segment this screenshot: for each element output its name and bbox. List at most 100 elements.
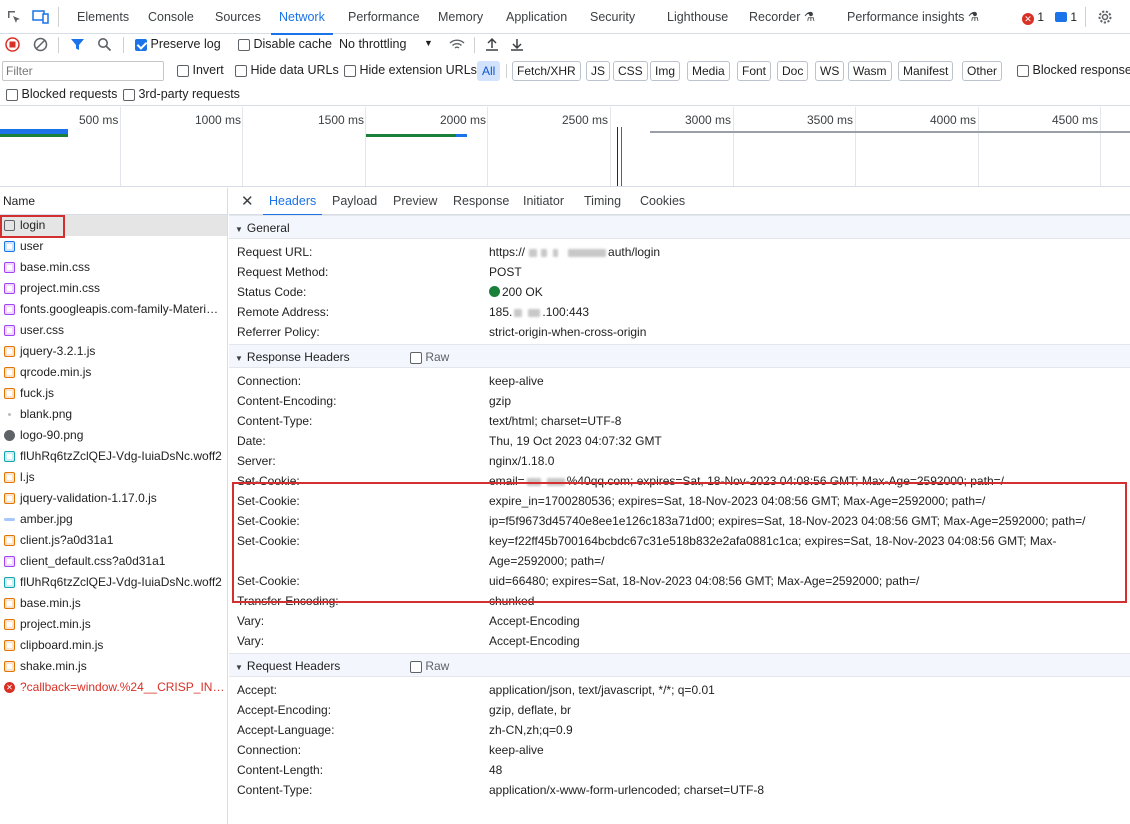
header-value[interactable]: Thu, 19 Oct 2023 04:07:32 GMT: [489, 431, 1130, 451]
request-item-fuck-js[interactable]: fuck.js: [0, 383, 227, 404]
name-column-header[interactable]: Name: [0, 188, 227, 215]
header-value[interactable]: zh-CN,zh;q=0.9: [489, 720, 1130, 740]
request-item-fluhrq6tzzclqej-vdg-iuiadsnc-woff2[interactable]: flUhRq6tzZclQEJ-Vdg-IuiaDsNc.woff2: [0, 572, 227, 593]
settings-gear-icon[interactable]: [1097, 9, 1113, 25]
type-filter-img[interactable]: Img: [650, 61, 681, 81]
request-item-fluhrq6tzzclqej-vdg-iuiadsnc-woff2[interactable]: flUhRq6tzZclQEJ-Vdg-IuiaDsNc.woff2: [0, 446, 227, 467]
type-filter-media[interactable]: Media: [687, 61, 730, 81]
request-item-base-min-js[interactable]: base.min.js: [0, 593, 227, 614]
header-value[interactable]: Accept-Encoding: [489, 611, 1130, 631]
select-element-icon[interactable]: [6, 9, 22, 25]
type-filter-fetch-xhr[interactable]: Fetch/XHR: [512, 61, 581, 81]
hide-data-urls-checkbox[interactable]: Hide data URLs: [235, 63, 339, 77]
tab-response[interactable]: Response: [453, 188, 509, 215]
header-value[interactable]: 200 OK: [489, 282, 1130, 302]
close-icon[interactable]: ✕: [241, 188, 254, 215]
request-item-jquery-validation-1-17-0-js[interactable]: jquery-validation-1.17.0.js: [0, 488, 227, 509]
header-value[interactable]: application/json, text/javascript, */*; …: [489, 680, 1130, 700]
tab-cookies[interactable]: Cookies: [640, 188, 685, 215]
hide-extension-urls-checkbox[interactable]: Hide extension URLs: [344, 63, 477, 77]
filter-funnel-icon[interactable]: [70, 37, 85, 52]
type-filter-css[interactable]: CSS: [613, 61, 648, 81]
device-toolbar-icon[interactable]: [32, 9, 50, 25]
header-value[interactable]: application/x-www-form-urlencoded; chars…: [489, 780, 1130, 800]
request-item-user-css[interactable]: user.css: [0, 320, 227, 341]
tab-preview[interactable]: Preview: [393, 188, 437, 215]
request-item-l-js[interactable]: l.js: [0, 467, 227, 488]
filter-input[interactable]: [2, 61, 164, 81]
header-value[interactable]: text/html; charset=UTF-8: [489, 411, 1130, 431]
tab-payload[interactable]: Payload: [332, 188, 377, 215]
clear-icon[interactable]: [33, 37, 48, 52]
disable-cache-checkbox[interactable]: Disable cache: [238, 37, 332, 51]
tab-elements[interactable]: Elements: [77, 0, 129, 34]
raw-checkbox[interactable]: Raw: [410, 654, 449, 678]
tab-application[interactable]: Application: [506, 0, 567, 34]
invert-checkbox[interactable]: Invert: [177, 63, 224, 77]
type-filter-js[interactable]: JS: [586, 61, 611, 81]
request-item-qrcode-min-js[interactable]: qrcode.min.js: [0, 362, 227, 383]
request-item-callback-window-24-crisp-inst[interactable]: ✕ ?callback=window.%24__CRISP_INST…: [0, 677, 227, 698]
tab-memory[interactable]: Memory: [438, 0, 483, 34]
blocked-response-checkbox[interactable]: Blocked response: [1017, 63, 1130, 77]
header-value[interactable]: POST: [489, 262, 1130, 282]
request-item-client-default-css-a0d31a1[interactable]: client_default.css?a0d31a1: [0, 551, 227, 572]
raw-checkbox[interactable]: Raw: [410, 345, 449, 369]
error-count-badge[interactable]: ✕ 1: [1022, 10, 1044, 25]
type-filter-wasm[interactable]: Wasm: [848, 61, 892, 81]
type-filter-manifest[interactable]: Manifest: [898, 61, 954, 81]
header-value[interactable]: https:// auth/login: [489, 242, 1130, 262]
header-value[interactable]: 48: [489, 760, 1130, 780]
request-headers-section-header[interactable]: ▼ Request Headers Raw: [229, 653, 1130, 677]
header-value[interactable]: keep-alive: [489, 740, 1130, 760]
header-value[interactable]: strict-origin-when-cross-origin: [489, 322, 1130, 342]
request-item-shake-min-js[interactable]: shake.min.js: [0, 656, 227, 677]
request-item-amber-jpg[interactable]: amber.jpg: [0, 509, 227, 530]
third-party-requests-checkbox[interactable]: 3rd-party requests: [123, 87, 240, 101]
type-filter-all[interactable]: All: [477, 61, 501, 81]
message-count-badge[interactable]: 1: [1055, 10, 1077, 24]
tab-recorder[interactable]: Recorder ⚗: [749, 0, 815, 34]
request-item-fonts-googleapis-com-family-materi[interactable]: fonts.googleapis.com-family-Materi…: [0, 299, 227, 320]
type-filter-ws[interactable]: WS: [815, 61, 845, 81]
response-headers-section-header[interactable]: ▼ Response Headers Raw: [229, 344, 1130, 368]
general-section-header[interactable]: ▼ General: [229, 215, 1130, 239]
tab-console[interactable]: Console: [148, 0, 194, 34]
throttling-select[interactable]: No throttling ▼: [339, 37, 437, 51]
request-item-user[interactable]: user: [0, 236, 227, 257]
tab-lighthouse[interactable]: Lighthouse: [667, 0, 728, 34]
tab-performance[interactable]: Performance: [348, 0, 420, 34]
search-icon[interactable]: [97, 37, 112, 52]
import-har-icon[interactable]: [485, 37, 499, 52]
export-har-icon[interactable]: [510, 37, 524, 52]
header-value[interactable]: gzip: [489, 391, 1130, 411]
request-item-client-js-a0d31a1[interactable]: client.js?a0d31a1: [0, 530, 227, 551]
request-item-base-min-css[interactable]: base.min.css: [0, 257, 227, 278]
header-value[interactable]: nginx/1.18.0: [489, 451, 1130, 471]
record-stop-icon[interactable]: [5, 37, 20, 52]
network-conditions-icon[interactable]: [449, 37, 465, 52]
tab-sources[interactable]: Sources: [215, 0, 261, 34]
header-value[interactable]: 185. .100:443: [489, 302, 1130, 322]
blocked-requests-checkbox[interactable]: Blocked requests: [6, 87, 117, 101]
request-item-logo-90-png[interactable]: logo-90.png: [0, 425, 227, 446]
tab-performance-insights[interactable]: Performance insights ⚗: [847, 0, 979, 34]
request-item-clipboard-min-js[interactable]: clipboard.min.js: [0, 635, 227, 656]
tab-timing[interactable]: Timing: [584, 188, 621, 215]
tab-initiator[interactable]: Initiator: [523, 188, 564, 215]
request-item-jquery-3-2-1-js[interactable]: jquery-3.2.1.js: [0, 341, 227, 362]
tab-headers[interactable]: Headers: [262, 188, 323, 216]
type-filter-doc[interactable]: Doc: [777, 61, 809, 81]
header-value[interactable]: gzip, deflate, br: [489, 700, 1130, 720]
type-filter-font[interactable]: Font: [737, 61, 772, 81]
tab-security[interactable]: Security: [590, 0, 635, 34]
request-item-project-min-css[interactable]: project.min.css: [0, 278, 227, 299]
timeline-overview[interactable]: 500 ms 1000 ms 1500 ms 2000 ms 2500 ms 3…: [0, 107, 1130, 187]
request-item-blank-png[interactable]: blank.png: [0, 404, 227, 425]
request-item-project-min-js[interactable]: project.min.js: [0, 614, 227, 635]
type-filter-other[interactable]: Other: [962, 61, 1003, 81]
tab-network[interactable]: Network: [271, 0, 333, 35]
preserve-log-checkbox[interactable]: Preserve log: [135, 37, 221, 51]
header-value[interactable]: keep-alive: [489, 371, 1130, 391]
header-value[interactable]: Accept-Encoding: [489, 631, 1130, 651]
